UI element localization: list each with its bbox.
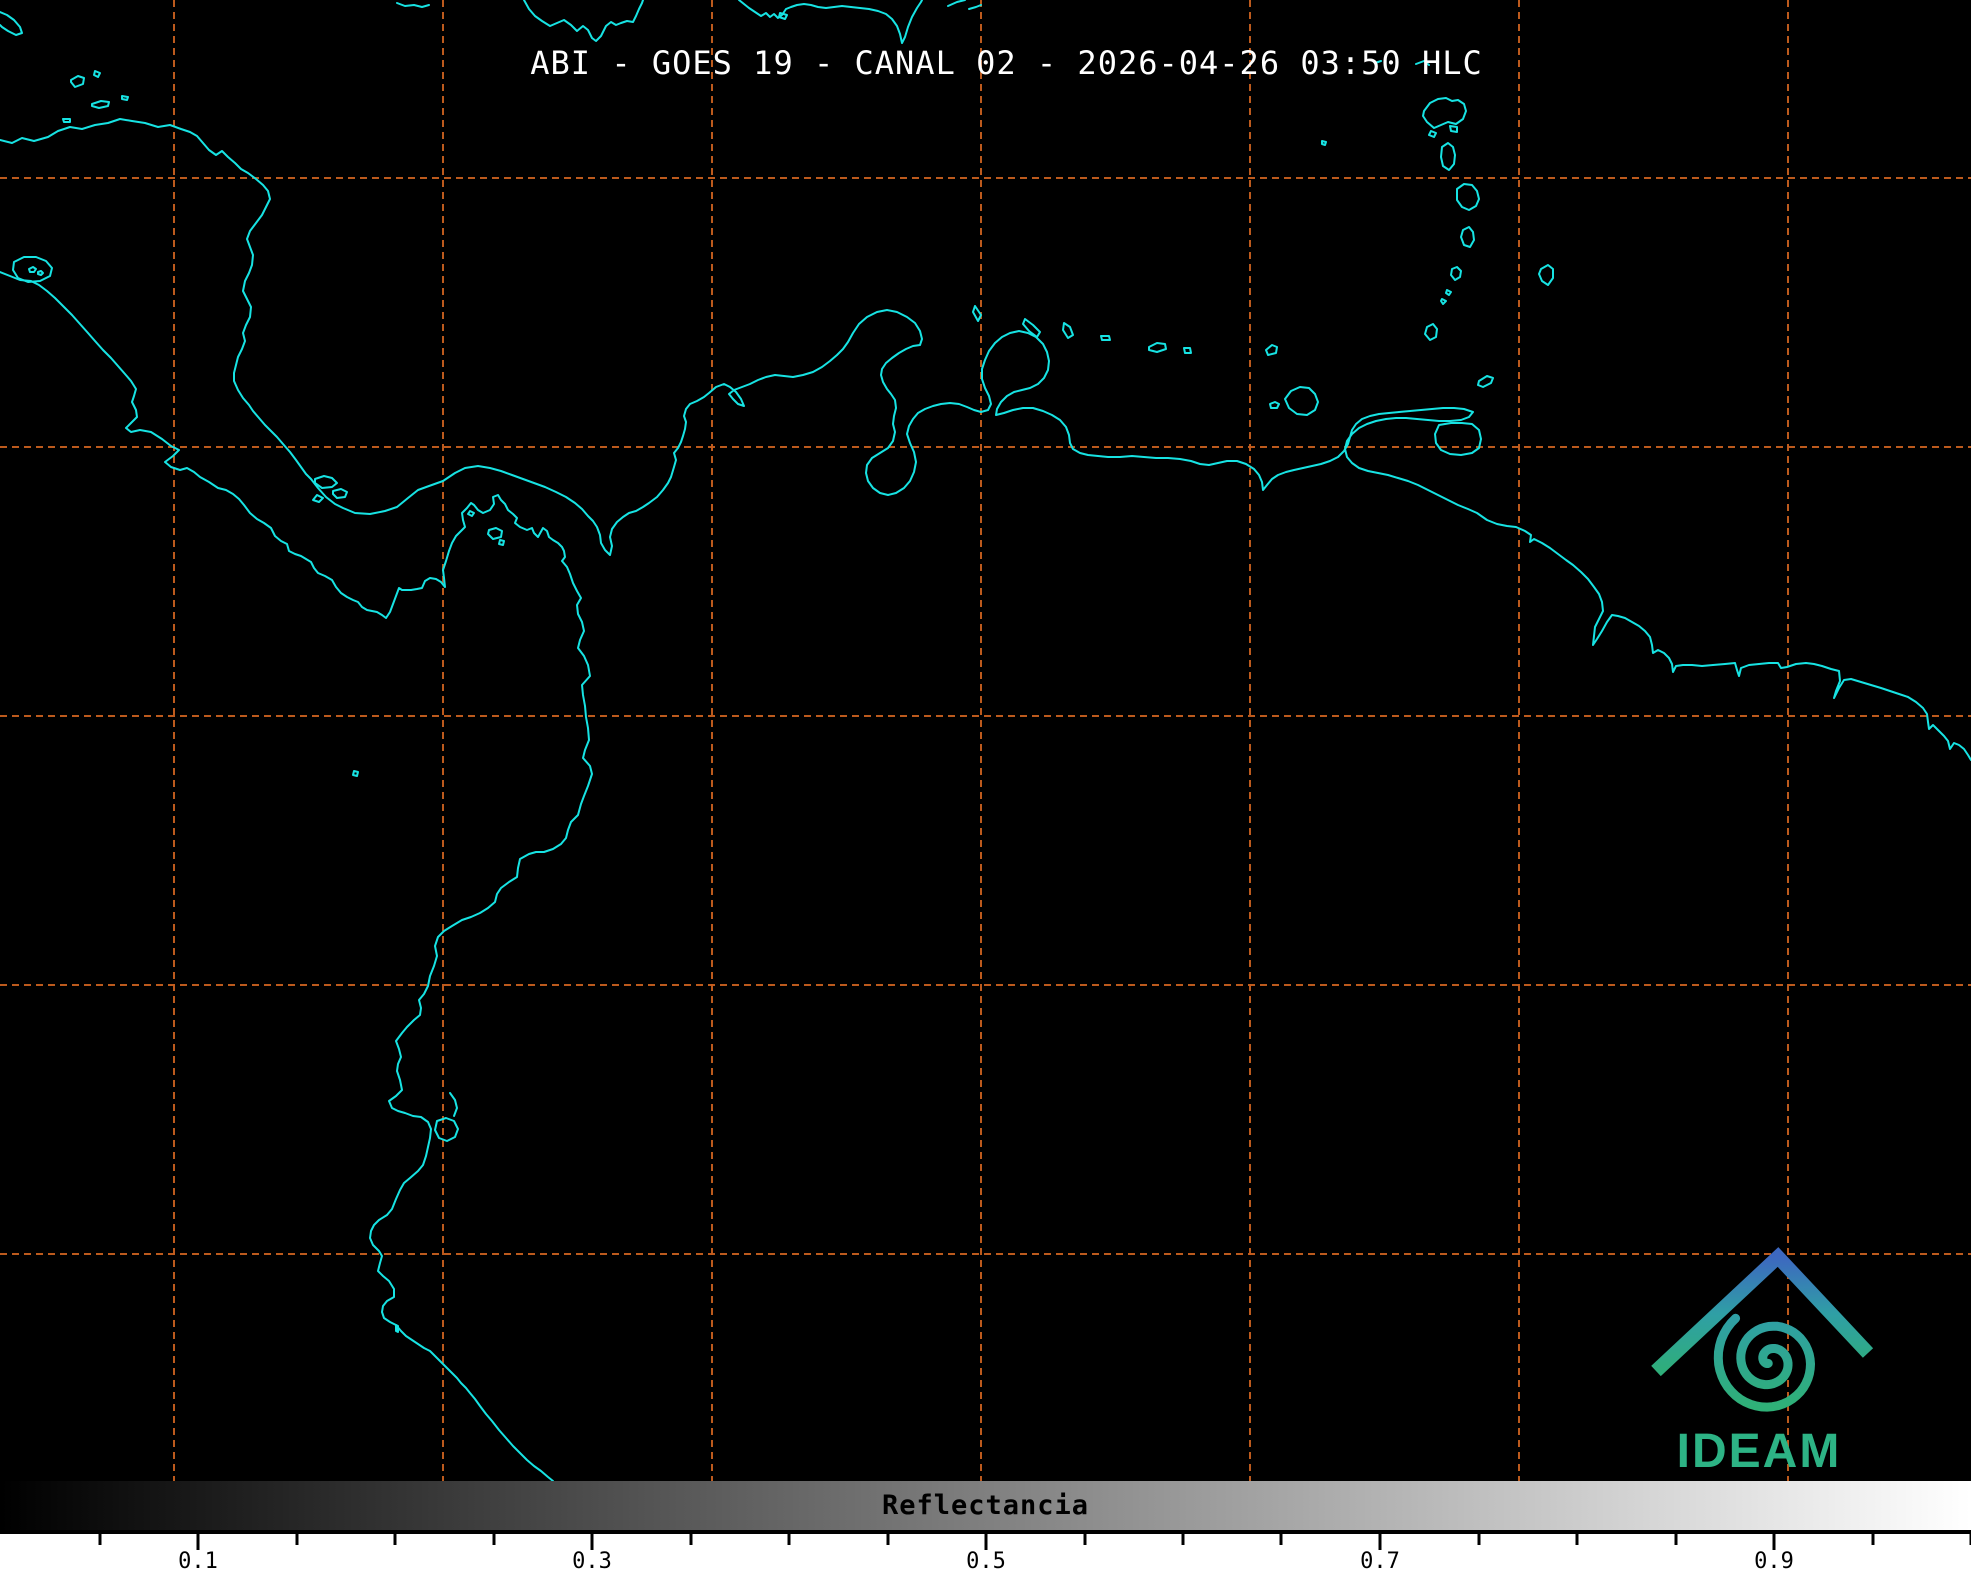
coastline-grenadines: [1441, 290, 1451, 304]
coastline-bonaire: [1063, 323, 1073, 338]
colorbar: Reflectancia 0.1 0.3 0.5 0.7 0.9: [0, 1481, 1971, 1577]
coastline-lake-nicaragua: [13, 257, 52, 282]
colorbar-tick-minor: [886, 1534, 889, 1545]
colorbar-tick-major: [591, 1534, 594, 1550]
satellite-image-canvas: ABI - GOES 19 - CANAL 02 - 2026-04-26 03…: [0, 0, 1971, 1577]
coastline-los-roques: [1149, 343, 1166, 352]
coastline-st-vincent: [1451, 267, 1461, 280]
colorbar-tick-minor: [1477, 1534, 1480, 1545]
coastline-la-blanquilla: [1266, 345, 1277, 355]
coastline-aruba: [973, 306, 981, 321]
coastline-caribbean-mainland-coast: [0, 119, 1971, 760]
coastline-san-andres-providencia: [71, 71, 100, 87]
coastline-peru-islet: [396, 1325, 398, 1332]
coastline-hispaniola-south-coast: [739, 0, 981, 43]
coastline-cayman-fragments: [397, 3, 429, 7]
colorbar-gradient: Reflectancia: [0, 1481, 1971, 1530]
coastline-st-lucia: [1461, 227, 1474, 247]
coastline-martinique: [1457, 184, 1479, 210]
colorbar-tick-major: [1379, 1534, 1382, 1550]
coastline-guadeloupe: [1423, 98, 1466, 137]
coastline-pacific-coast: [0, 272, 592, 1481]
coastline-la-orchila: [1184, 348, 1191, 353]
coastline-margarita: [1270, 387, 1318, 415]
coastline-las-aves: [1101, 336, 1110, 340]
colorbar-tick-label: 0.7: [1360, 1549, 1400, 1574]
coastline-corn-islands: [63, 96, 128, 122]
ideam-logo: IDEAM: [1640, 1240, 1880, 1480]
coastline-pearl-islands: [468, 511, 504, 545]
colorbar-tick-minor: [1576, 1534, 1579, 1545]
colorbar-tick-minor: [492, 1534, 495, 1545]
colorbar-tick-minor: [98, 1534, 101, 1545]
image-title: ABI - GOES 19 - CANAL 02 - 2026-04-26 03…: [530, 44, 1482, 82]
hurricane-spiral-icon: [1718, 1318, 1810, 1407]
colorbar-tick-minor: [689, 1534, 692, 1545]
colorbar-ticks: 0.1 0.3 0.5 0.7 0.9: [0, 1534, 1971, 1577]
colorbar-tick-minor: [1280, 1534, 1283, 1545]
coastline-dominica: [1441, 143, 1455, 170]
coastline-tobago: [1478, 376, 1493, 387]
colorbar-tick-minor: [1182, 1534, 1185, 1545]
colorbar-tick-minor: [1083, 1534, 1086, 1545]
coastline-jamaica: [524, 0, 643, 41]
coastline-trinidad: [1435, 423, 1481, 455]
coastline-puna-island-guayaquil: [435, 1093, 458, 1141]
logo-text: IDEAM: [1677, 1425, 1842, 1478]
colorbar-tick-label: 0.5: [966, 1549, 1006, 1574]
colorbar-tick-major: [1773, 1534, 1776, 1550]
colorbar-tick-major: [985, 1534, 988, 1550]
colorbar-tick-label: 0.1: [178, 1549, 218, 1574]
colorbar-tick-minor: [394, 1534, 397, 1545]
coastline-grenada: [1425, 324, 1437, 340]
coastline-top-left-fragment: [0, 12, 22, 35]
colorbar-tick-label: 0.9: [1754, 1549, 1794, 1574]
colorbar-tick-minor: [1674, 1534, 1677, 1545]
colorbar-label: Reflectancia: [0, 1490, 1971, 1521]
colorbar-tick-major: [197, 1534, 200, 1550]
colorbar-tick-minor: [1871, 1534, 1874, 1545]
coastline-malpelo-islet: [353, 771, 358, 776]
coastline-barbados: [1539, 265, 1553, 285]
colorbar-tick-label: 0.3: [572, 1549, 612, 1574]
colorbar-tick-minor: [788, 1534, 791, 1545]
colorbar-tick-minor: [295, 1534, 298, 1545]
